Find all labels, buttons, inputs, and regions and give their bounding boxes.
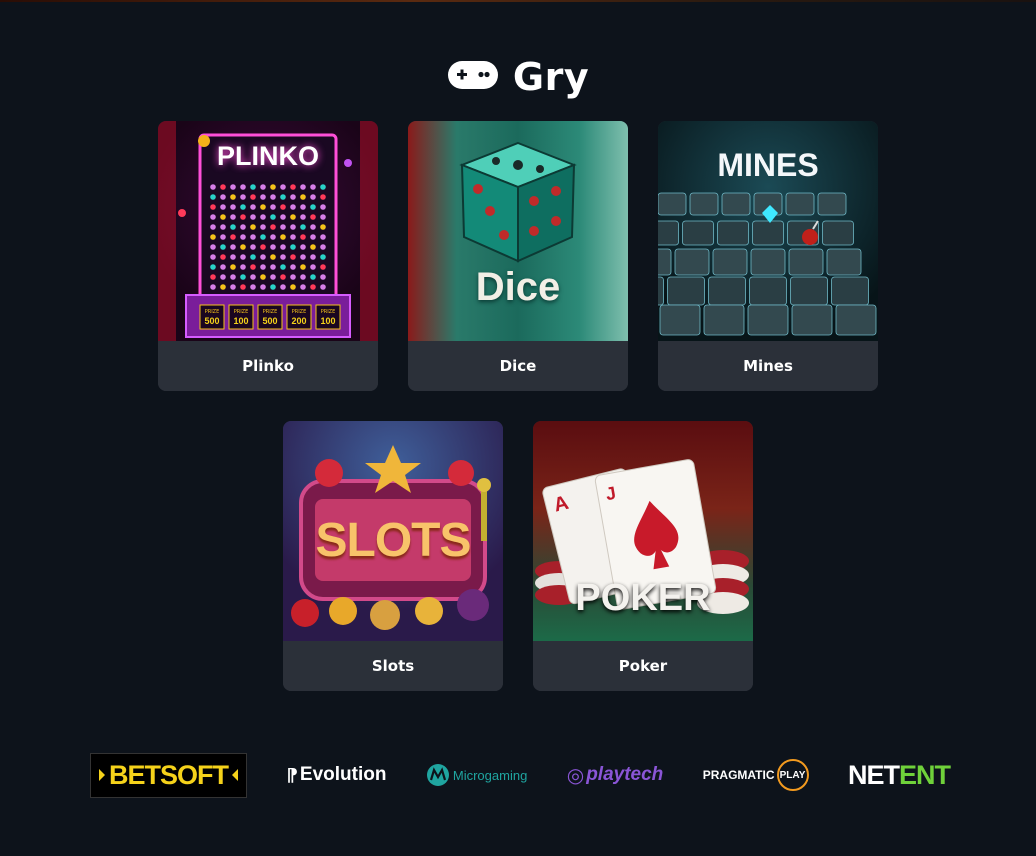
provider-pragmatic-play[interactable]: PRAGMATIC PLAY — [703, 759, 809, 791]
section-heading: Gry — [0, 54, 1036, 100]
provider-evolution[interactable]: ⁋ Evolution — [286, 764, 386, 786]
slots-artwork: SLOTS — [283, 421, 503, 641]
mines-artwork: MINES — [658, 121, 878, 341]
microgaming-text: Microgaming — [452, 767, 528, 783]
plinko-prize-label: PRIZE — [321, 309, 336, 315]
plinko-prize-value: 500 — [204, 316, 219, 326]
dice-art-title: Dice — [475, 265, 561, 309]
game-card-poker[interactable]: A J POKER Poker — [533, 421, 753, 691]
poker-artwork: A J POKER — [533, 421, 753, 641]
top-accent-line — [0, 0, 1036, 2]
game-card-dice[interactable]: Dice Dice — [408, 121, 628, 391]
game-card-label: Slots — [283, 641, 503, 691]
providers-bar: BETSOFT ⁋ Evolution Microgaming ◎ playte… — [90, 750, 951, 800]
netent-logo: NET ENT — [847, 759, 951, 791]
plinko-prize-label: PRIZE — [234, 309, 249, 315]
game-card-label: Mines — [658, 341, 878, 391]
provider-microgaming[interactable]: Microgaming — [426, 763, 527, 787]
dice-artwork: Dice — [408, 121, 628, 341]
netent-text-ent: ENT — [898, 759, 951, 790]
plinko-prize-label: PRIZE — [205, 309, 220, 315]
plinko-art-title: PLINKO — [216, 141, 319, 171]
evolution-text: Evolution — [299, 764, 387, 785]
game-card-label: Poker — [533, 641, 753, 691]
game-card-slots[interactable]: SLOTS Slots — [283, 421, 503, 691]
plinko-prize-value: 200 — [291, 316, 306, 326]
slots-art-title: SLOTS — [315, 514, 471, 567]
plinko-prize-value: 500 — [262, 316, 277, 326]
plinko-prize-label: PRIZE — [263, 309, 278, 315]
pragmatic-play-logo: PLAY — [776, 759, 809, 791]
section-title: Gry — [512, 55, 590, 99]
plinko-prize-value: 100 — [320, 316, 335, 326]
provider-netent[interactable]: NET ENT — [847, 759, 951, 791]
plinko-prize-value: 100 — [233, 316, 248, 326]
game-card-plinko[interactable]: PRIZE 500 PRIZE 100 PRIZE 500 PRIZE 200 PRIZE 100… — [158, 121, 378, 391]
plinko-artwork: PRIZE 500 PRIZE 100 PRIZE 500 PRIZE 200 PRIZE 100… — [158, 121, 378, 341]
microgaming-logo — [426, 764, 449, 786]
betsoft-logo: BETSOFT — [90, 752, 247, 798]
playtech-text: playtech — [586, 764, 664, 785]
playtech-logo: ◎ — [566, 763, 585, 787]
game-card-mines[interactable]: MINES Mines — [658, 121, 878, 391]
game-card-label: Plinko — [158, 341, 378, 391]
pragmatic-play-text: PLAY — [779, 769, 806, 781]
evolution-logo: ⁋ — [286, 764, 298, 786]
provider-betsoft[interactable]: BETSOFT — [90, 752, 247, 798]
provider-playtech[interactable]: ◎ playtech — [567, 763, 664, 787]
pragmatic-text: PRAGMATIC — [702, 768, 775, 782]
gamepad-icon — [447, 59, 499, 95]
plinko-prize-label: PRIZE — [292, 309, 307, 315]
mines-art-title: MINES — [717, 147, 819, 183]
poker-art-title: POKER — [575, 577, 711, 619]
game-card-label: Dice — [408, 341, 628, 391]
betsoft-text: BETSOFT — [109, 759, 229, 790]
netent-text-net: NET — [847, 759, 900, 790]
